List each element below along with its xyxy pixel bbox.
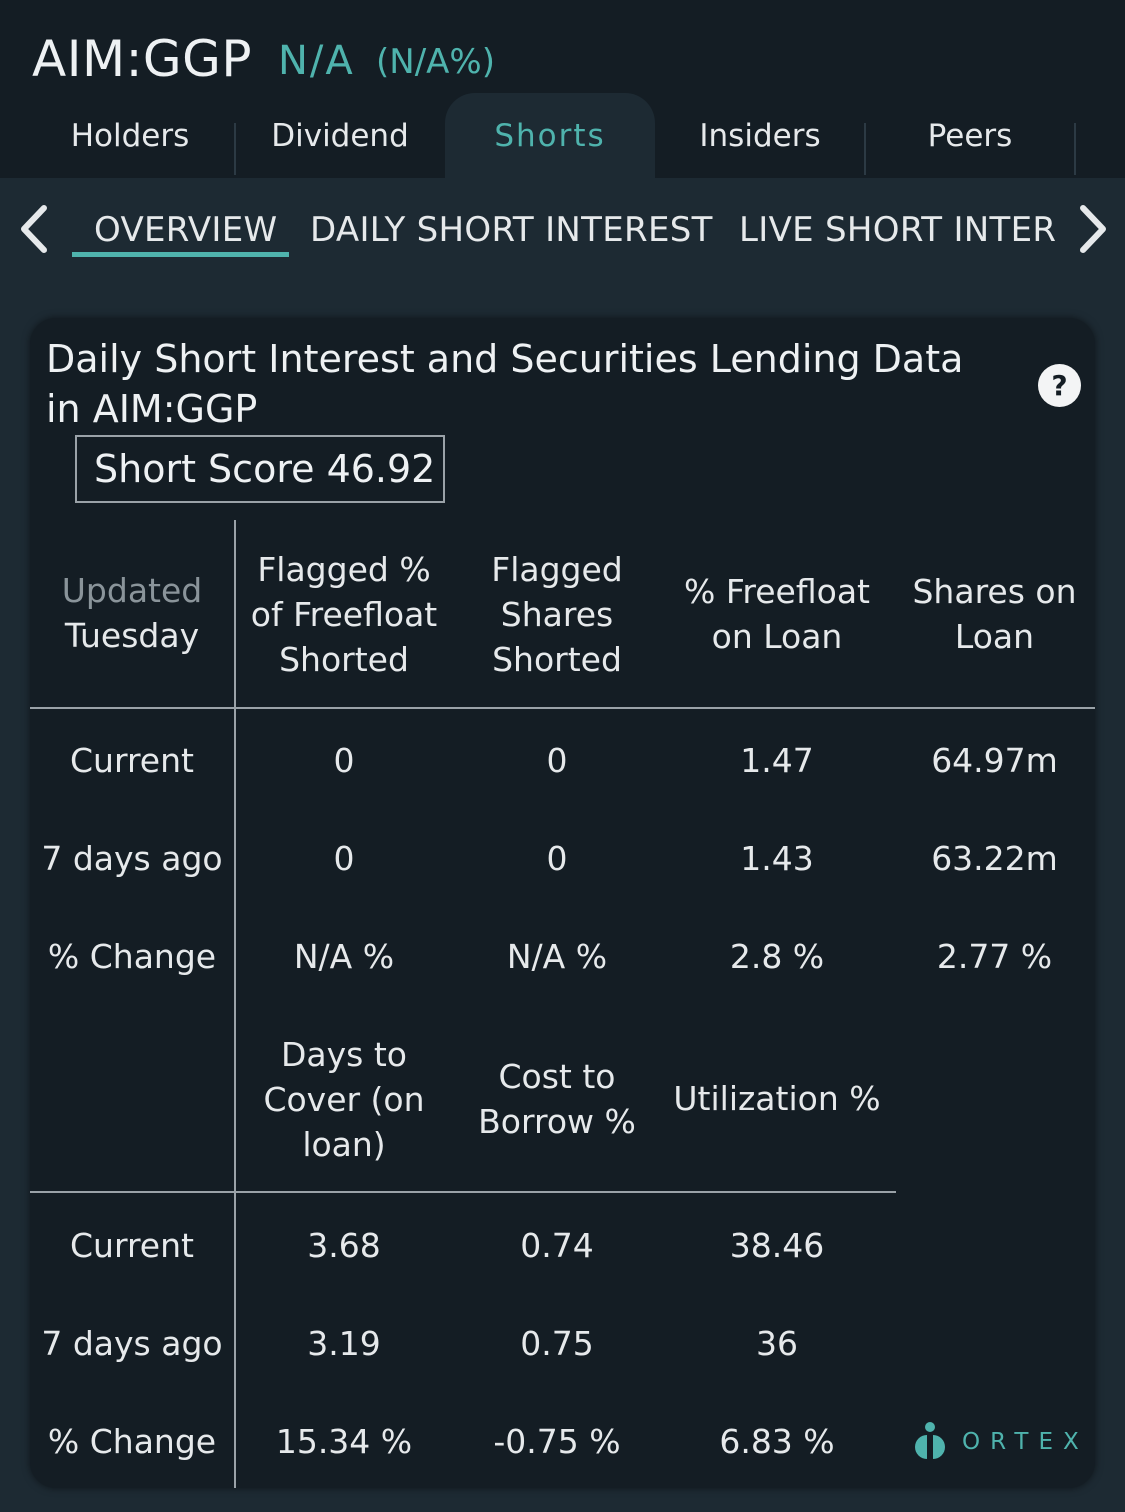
subtab-live-short-interest[interactable]: LIVE SHORT INTEREST (739, 210, 1056, 250)
table-cell: 0 (546, 839, 568, 878)
row-label: % Change (47, 1422, 217, 1461)
table-cell: 0 (333, 839, 355, 878)
table-cell: 2.77 % (936, 937, 1053, 976)
table-cell: 15.34 % (275, 1422, 413, 1461)
table-cell: 36 (756, 1324, 798, 1363)
table-cell: 64.97m (931, 741, 1058, 780)
row-label: 7 days ago (41, 839, 223, 878)
row-label: 7 days ago (41, 1324, 223, 1363)
header-divider (30, 1191, 896, 1193)
table-cell: 0.75 (520, 1324, 594, 1363)
sub-tabs: OVERVIEW DAILY SHORT INTEREST LIVE SHORT… (72, 178, 1056, 273)
table-cell: 3.19 (307, 1324, 381, 1363)
price-value: N/A (278, 38, 355, 84)
table-cell: 0 (333, 741, 355, 780)
column-header: Days to Cover (on loan) (263, 1035, 425, 1164)
column-header: Shares on Loan (912, 572, 1077, 656)
chevron-left-icon[interactable] (14, 202, 54, 256)
column-header: Utilization % (673, 1079, 881, 1118)
active-subtab-indicator (72, 252, 289, 257)
table-cell: 38.46 (729, 1226, 825, 1265)
updated-label: Updated Tuesday (30, 568, 234, 658)
main-tabs: Holders Dividend Shorts Insiders Peers (25, 93, 1125, 178)
table-cell: N/A % (506, 937, 608, 976)
row-label: % Change (47, 937, 217, 976)
table-cell: 0.74 (520, 1226, 594, 1265)
table-cell: 6.83 % (719, 1422, 835, 1461)
ortex-logo-text: ORTEX (962, 1429, 1089, 1455)
ortex-logo: ORTEX (910, 1421, 1085, 1461)
price-change-percent: (N/A%) (376, 42, 495, 82)
header-divider (30, 707, 1095, 709)
ortex-logo-icon (915, 1422, 945, 1459)
card-title: Daily Short Interest and Securities Lend… (46, 337, 964, 431)
short-interest-card: Daily Short Interest and Securities Lend… (30, 318, 1095, 1488)
updated-caption: Updated (61, 571, 203, 610)
short-score-badge: Short Score 46.92 (75, 435, 445, 503)
table-cell: 1.43 (740, 839, 814, 878)
table-cell: 2.8 % (729, 937, 825, 976)
subtab-daily-short-interest[interactable]: DAILY SHORT INTEREST (310, 210, 713, 250)
subtab-overview[interactable]: OVERVIEW (94, 210, 277, 250)
table-cell: 63.22m (931, 839, 1058, 878)
column-header: Cost to Borrow % (478, 1057, 636, 1141)
column-header: Flagged % of Freefloat Shorted (250, 550, 438, 679)
updated-day: Tuesday (64, 616, 200, 655)
column-divider (234, 520, 236, 1488)
tab-divider (1074, 123, 1076, 175)
tab-insiders[interactable]: Insiders (655, 93, 865, 178)
help-icon[interactable]: ? (1038, 364, 1081, 407)
table-cell: N/A % (293, 937, 395, 976)
row-label: Current (70, 741, 194, 780)
row-label: Current (70, 1226, 194, 1265)
column-header: % Freefloat on Loan (683, 572, 870, 656)
tab-shorts[interactable]: Shorts (445, 93, 655, 178)
table-cell: 1.47 (740, 741, 814, 780)
app-header: AIM:GGP N/A (N/A%) Holders Dividend Shor… (0, 0, 1125, 178)
tab-peers[interactable]: Peers (865, 93, 1075, 178)
table-cell: 3.68 (307, 1226, 381, 1265)
ticker-symbol: AIM:GGP (32, 30, 253, 88)
tab-dividend[interactable]: Dividend (235, 93, 445, 178)
chevron-right-icon[interactable] (1073, 202, 1113, 256)
sub-navigation: OVERVIEW DAILY SHORT INTEREST LIVE SHORT… (0, 178, 1125, 273)
table-cell: -0.75 % (493, 1422, 621, 1461)
tab-holders[interactable]: Holders (25, 93, 235, 178)
table-cell: 0 (546, 741, 568, 780)
column-header: Flagged Shares Shorted (491, 550, 623, 679)
